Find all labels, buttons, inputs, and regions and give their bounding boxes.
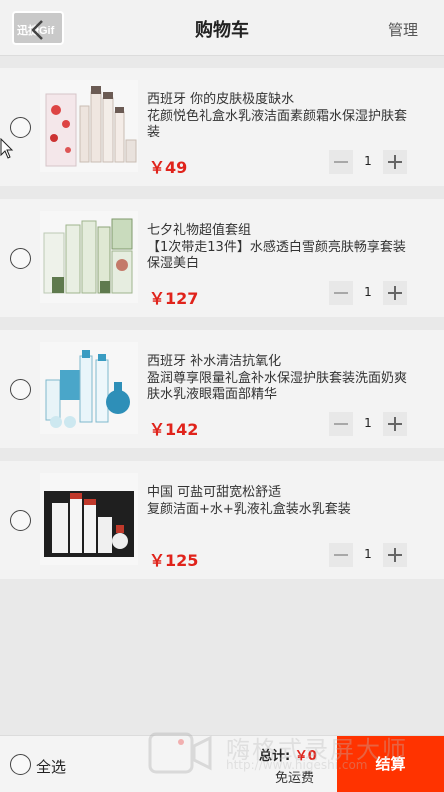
- item-select-radio[interactable]: [10, 510, 31, 531]
- increase-button[interactable]: [383, 281, 407, 305]
- product-price: ￥142: [149, 420, 199, 439]
- product-image: [40, 80, 138, 172]
- product-image: [40, 211, 138, 303]
- increase-button[interactable]: [383, 412, 407, 436]
- cart-item: 中国 可盐可甜宽松舒适 复颜洁面+水+乳液礼盒装水乳套装 ￥125 1: [0, 461, 444, 579]
- total-summary: 总计: ￥0: [259, 745, 317, 764]
- product-price: ￥125: [149, 551, 199, 570]
- quantity-stepper: 1: [329, 543, 409, 567]
- item-select-radio[interactable]: [10, 379, 31, 400]
- select-all-radio[interactable]: [10, 754, 31, 775]
- quantity-value: 1: [364, 285, 372, 299]
- shop-name: 西班牙 你的皮肤极度缺水: [147, 92, 295, 107]
- increase-button[interactable]: [383, 543, 407, 567]
- cart-item: 西班牙 你的皮肤极度缺水 花颜悦色礼盒水乳液洁面素颜霜水保湿护肤套装 ￥49 1: [0, 68, 444, 186]
- quantity-value: 1: [364, 547, 372, 561]
- quantity-stepper: 1: [329, 281, 409, 305]
- decrease-button[interactable]: [329, 150, 353, 174]
- checkout-button[interactable]: 结算: [337, 736, 444, 792]
- cart-item: 七夕礼物超值套组 【1次带走13件】水感透白雪颜亮肤畅享套装保湿美白 ￥127 …: [0, 199, 444, 317]
- shop-name: 中国 可盐可甜宽松舒适: [147, 485, 282, 500]
- mouse-cursor-icon: [0, 138, 14, 159]
- product-image: [40, 342, 138, 434]
- total-label: 总计:: [259, 749, 291, 764]
- product-price: ￥127: [149, 289, 199, 308]
- product-description[interactable]: 花颜悦色礼盒水乳液洁面素颜霜水保湿护肤套装: [147, 109, 412, 141]
- total-value: ￥0: [294, 749, 317, 764]
- shipping-label: 免运费: [275, 771, 315, 786]
- decrease-button[interactable]: [329, 281, 353, 305]
- header-bar: 迅捷Gif 购物车 管理: [0, 0, 444, 56]
- product-image: [40, 473, 138, 565]
- select-all-label[interactable]: 全选: [36, 756, 66, 777]
- cart-item: 西班牙 补水清洁抗氧化 盈润尊享限量礼盒补水保湿护肤套装洗面奶爽肤水乳液眼霜面部…: [0, 330, 444, 448]
- item-select-radio[interactable]: [10, 248, 31, 269]
- shop-name: 七夕礼物超值套组: [147, 223, 252, 238]
- quantity-stepper: 1: [329, 412, 409, 436]
- increase-button[interactable]: [383, 150, 407, 174]
- checkout-bar: 全选 总计: ￥0 免运费 结算: [0, 735, 444, 792]
- quantity-value: 1: [364, 154, 372, 168]
- shop-name: 西班牙 补水清洁抗氧化: [147, 354, 282, 369]
- page-title: 购物车: [195, 20, 249, 41]
- quantity-stepper: 1: [329, 150, 409, 174]
- product-description[interactable]: 盈润尊享限量礼盒补水保湿护肤套装洗面奶爽肤水乳液眼霜面部精华: [147, 371, 412, 403]
- product-price: ￥49: [149, 158, 188, 177]
- decrease-button[interactable]: [329, 543, 353, 567]
- item-select-radio[interactable]: [10, 117, 31, 138]
- manage-button[interactable]: 管理: [388, 19, 418, 40]
- product-description[interactable]: 【1次带走13件】水感透白雪颜亮肤畅享套装保湿美白: [147, 240, 412, 272]
- quantity-value: 1: [364, 416, 372, 430]
- product-description[interactable]: 复颜洁面+水+乳液礼盒装水乳套装: [147, 502, 412, 518]
- decrease-button[interactable]: [329, 412, 353, 436]
